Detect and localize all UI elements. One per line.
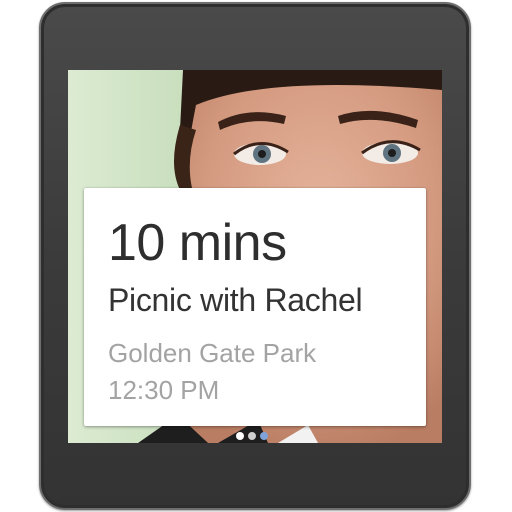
event-title: Picnic with Rachel (108, 282, 363, 318)
page-indicator (236, 432, 268, 441)
page-dot-1 (236, 432, 244, 440)
page-dot-3 (260, 432, 268, 440)
event-location: Golden Gate Park (108, 338, 317, 368)
notification-card[interactable]: 10 mins Picnic with Rachel Golden Gate P… (84, 188, 426, 426)
time-remaining: 10 mins (108, 214, 287, 272)
event-time: 12:30 PM (108, 375, 220, 405)
page-dot-2 (248, 432, 256, 440)
